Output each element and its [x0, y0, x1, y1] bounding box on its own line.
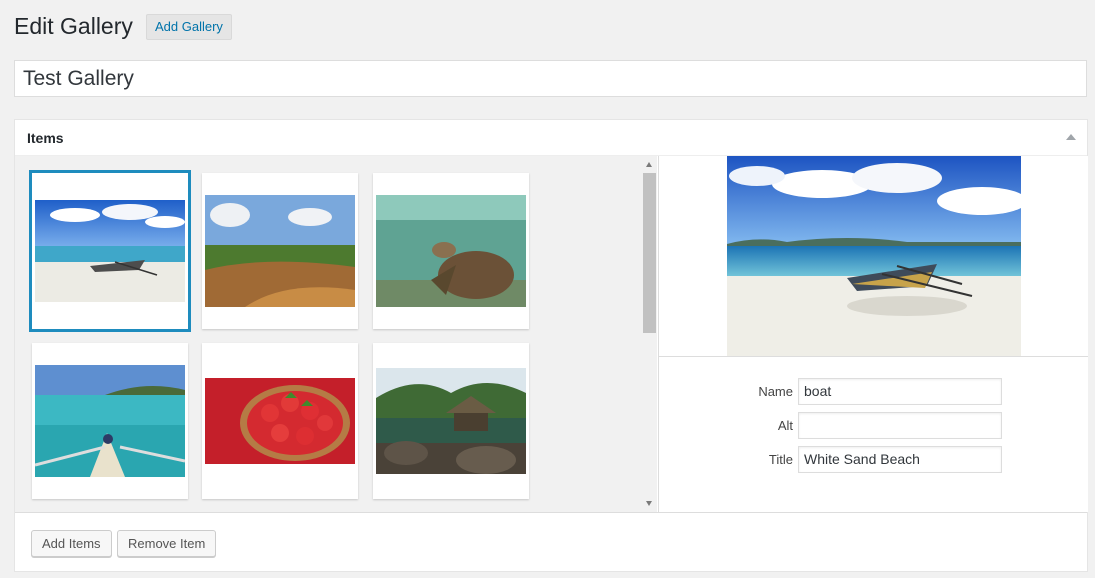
- postbox-title: Items: [27, 130, 64, 146]
- gallery-item-hills[interactable]: [202, 173, 358, 329]
- item-details-panel: Name boat Alt Title White Sand Beach: [658, 156, 1088, 512]
- name-label: Name: [758, 384, 793, 399]
- postbox-footer: Add Items Remove Item: [15, 512, 1087, 571]
- gallery-item-boat[interactable]: [32, 173, 188, 329]
- scroll-up-icon[interactable]: [646, 162, 652, 167]
- add-gallery-button[interactable]: Add Gallery: [146, 14, 232, 40]
- image-hut-thumbnail: [376, 368, 526, 474]
- alt-label: Alt: [777, 418, 793, 433]
- gallery-title-input[interactable]: Test Gallery: [14, 60, 1087, 97]
- image-turtle-thumbnail: [376, 195, 526, 307]
- image-boat-thumbnail: [35, 200, 185, 302]
- page-title: Edit Gallery: [14, 13, 133, 39]
- name-field[interactable]: boat: [798, 378, 1002, 405]
- postbox-header[interactable]: Items: [15, 120, 1087, 156]
- gallery-item-turtle[interactable]: [373, 173, 529, 329]
- title-field[interactable]: White Sand Beach: [798, 446, 1002, 473]
- scroll-down-icon[interactable]: [646, 501, 652, 506]
- selected-image-preview: [727, 156, 1021, 356]
- title-label: Title: [768, 452, 793, 467]
- image-boat-bow-thumbnail: [35, 365, 185, 477]
- scrollbar-thumb[interactable]: [643, 173, 656, 333]
- image-strawberries-thumbnail: [205, 378, 355, 464]
- gallery-item-boat-bow[interactable]: [32, 343, 188, 499]
- gallery-item-strawberries[interactable]: [202, 343, 358, 499]
- alt-field[interactable]: [798, 412, 1002, 439]
- items-scrollbar[interactable]: [642, 156, 657, 512]
- collapse-toggle-icon[interactable]: [1066, 134, 1076, 140]
- image-hills-thumbnail: [205, 195, 355, 307]
- details-divider: [659, 356, 1088, 357]
- gallery-item-hut[interactable]: [373, 343, 529, 499]
- items-postbox: Items Name boat Alt Title White Sand Bea…: [14, 119, 1088, 572]
- items-grid: [15, 156, 657, 512]
- add-items-button[interactable]: Add Items: [31, 530, 112, 557]
- remove-item-button[interactable]: Remove Item: [117, 530, 217, 557]
